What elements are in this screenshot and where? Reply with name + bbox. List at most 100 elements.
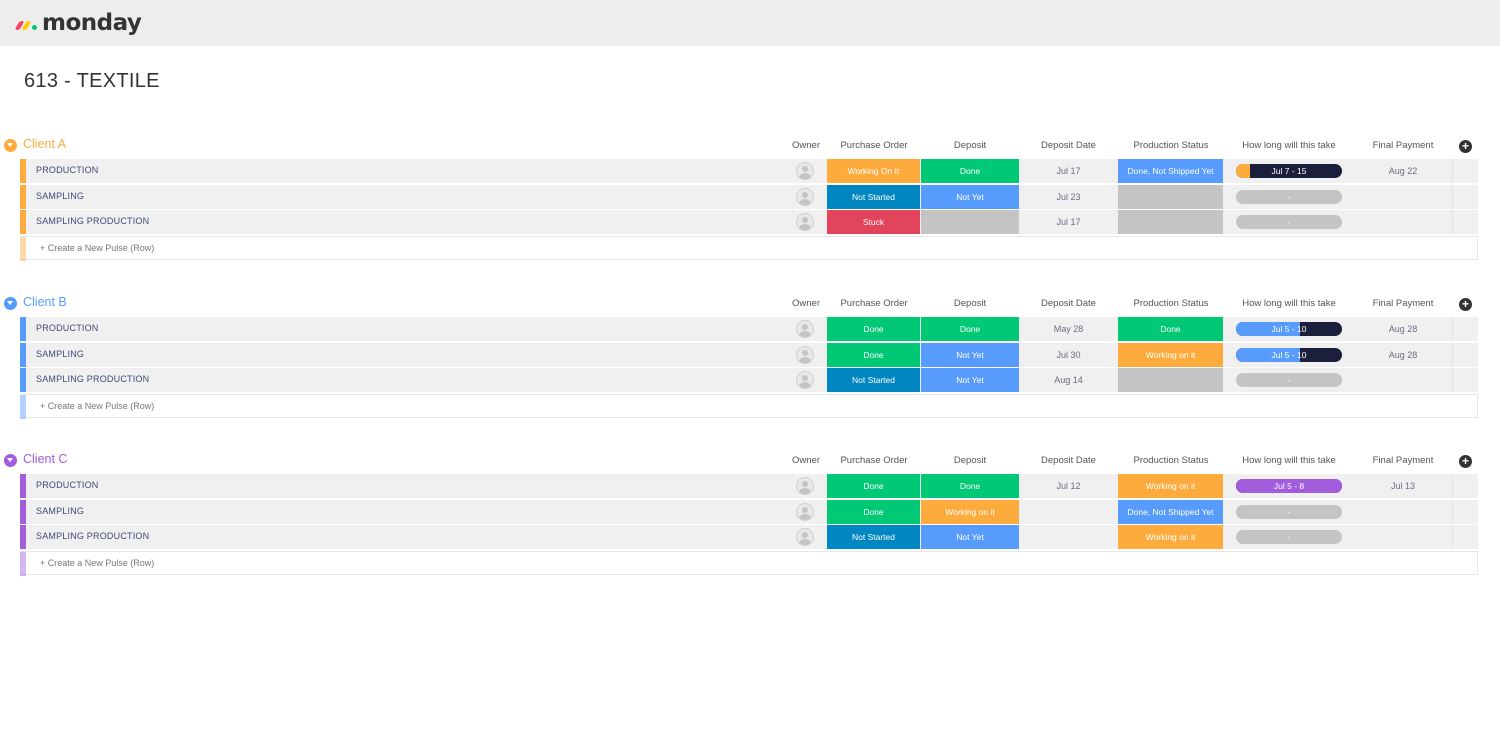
owner-avatar-icon[interactable] [796,162,814,180]
production-status[interactable]: Done, Not Shipped Yet [1118,499,1223,524]
deposit-status[interactable]: Done [921,474,1019,498]
create-new-pulse-row[interactable]: + Create a New Pulse (Row) [20,235,1478,261]
owner-avatar-icon[interactable] [796,371,814,389]
column-header-production-status[interactable]: Production Status [1118,140,1224,151]
column-header-deposit-date[interactable]: Deposit Date [1019,140,1118,151]
table-row[interactable]: PRODUCTION Done Done Jul 12 Working on it Jul… [20,474,1478,498]
timeline-bar[interactable]: - [1236,189,1342,204]
purchase-order-status[interactable]: Not Started [827,368,920,392]
column-header-final-payment[interactable]: Final Payment [1354,298,1452,309]
column-header-purchase-order[interactable]: Purchase Order [827,298,921,309]
column-header-production-status[interactable]: Production Status [1118,455,1224,466]
group-name[interactable]: Client C [23,452,67,466]
column-header-final-payment[interactable]: Final Payment [1354,140,1452,151]
column-header-production-status[interactable]: Production Status [1118,298,1224,309]
owner-cell[interactable] [785,317,827,341]
deposit-date[interactable]: May 28 [1019,324,1118,334]
column-header-owner[interactable]: Owner [785,455,827,466]
owner-cell[interactable] [785,368,827,392]
owner-avatar-icon[interactable] [796,345,814,364]
production-status[interactable] [1118,210,1223,234]
deposit-date[interactable]: Jul 12 [1019,481,1118,491]
deposit-date[interactable]: Jul 30 [1019,350,1118,360]
row-name[interactable]: SAMPLING [36,349,84,359]
timeline-bar[interactable]: - [1236,530,1342,544]
create-new-pulse-label[interactable]: + Create a New Pulse (Row) [40,243,154,253]
column-header-purchase-order[interactable]: Purchase Order [827,140,921,151]
column-header-purchase-order[interactable]: Purchase Order [827,455,921,466]
create-new-pulse-row[interactable]: + Create a New Pulse (Row) [20,393,1478,419]
column-header-how-long[interactable]: How long will this take [1224,140,1354,151]
production-status[interactable]: Done [1118,317,1223,341]
deposit-date[interactable]: Aug 14 [1019,375,1118,385]
column-header-how-long[interactable]: How long will this take [1224,298,1354,309]
timeline-bar[interactable]: - [1236,373,1342,387]
table-row[interactable]: SAMPLING PRODUCTION Not Started Not Yet Aug… [20,368,1478,392]
deposit-date[interactable]: Jul 23 [1019,192,1118,202]
production-status[interactable]: Working on it [1118,525,1223,549]
purchase-order-status[interactable]: Done [827,342,920,367]
column-header-deposit[interactable]: Deposit [921,298,1019,309]
row-name[interactable]: SAMPLING [36,191,84,201]
deposit-status[interactable]: Working on it [921,499,1019,524]
table-row[interactable]: SAMPLING Not Started Not Yet Jul 23 - [20,184,1478,209]
owner-cell[interactable] [785,159,827,183]
deposit-status[interactable]: Not Yet [921,525,1019,549]
production-status[interactable]: Working on it [1118,474,1223,498]
deposit-status[interactable]: Not Yet [921,184,1019,209]
owner-avatar-icon[interactable] [796,477,814,495]
column-header-owner[interactable]: Owner [785,140,827,151]
table-row[interactable]: SAMPLING PRODUCTION Stuck Jul 17 - [20,210,1478,234]
table-row[interactable]: PRODUCTION Done Done May 28 Done Jul 5 - 10 Au… [20,317,1478,341]
purchase-order-status[interactable]: Stuck [827,210,920,234]
owner-avatar-icon[interactable] [796,187,814,206]
collapse-group-icon[interactable] [4,297,17,310]
column-header-owner[interactable]: Owner [785,298,827,309]
owner-avatar-icon[interactable] [796,213,814,231]
timeline-bar[interactable]: - [1236,504,1342,519]
deposit-status[interactable]: Done [921,317,1019,341]
add-column-icon[interactable]: + [1459,455,1472,468]
monday-logo[interactable]: monday [14,8,142,38]
timeline-bar[interactable]: Jul 5 - 8 [1236,479,1342,493]
timeline-bar[interactable]: - [1236,215,1342,229]
owner-cell[interactable] [785,210,827,234]
row-name[interactable]: PRODUCTION [36,165,99,175]
timeline-bar[interactable]: Jul 5 - 10 [1236,347,1342,362]
production-status[interactable] [1118,368,1223,392]
row-name[interactable]: SAMPLING PRODUCTION [36,374,149,384]
timeline-bar[interactable]: Jul 5 - 10 [1236,322,1342,336]
deposit-status[interactable]: Done [921,159,1019,183]
column-header-deposit[interactable]: Deposit [921,140,1019,151]
add-column-icon[interactable]: + [1459,298,1472,311]
table-row[interactable]: SAMPLING Done Not Yet Jul 30 Working on it Ju… [20,342,1478,367]
production-status[interactable]: Working on it [1118,342,1223,367]
purchase-order-status[interactable]: Not Started [827,525,920,549]
owner-avatar-icon[interactable] [796,320,814,338]
owner-cell[interactable] [785,474,827,498]
owner-avatar-icon[interactable] [796,528,814,546]
owner-cell[interactable] [785,525,827,549]
group-name[interactable]: Client B [23,295,67,309]
table-row[interactable]: PRODUCTION Working On It Done Jul 17 Done, N… [20,159,1478,183]
create-new-pulse-row[interactable]: + Create a New Pulse (Row) [20,550,1478,576]
column-header-deposit-date[interactable]: Deposit Date [1019,455,1118,466]
purchase-order-status[interactable]: Done [827,474,920,498]
purchase-order-status[interactable]: Not Started [827,184,920,209]
collapse-group-icon[interactable] [4,454,17,467]
group-name[interactable]: Client A [23,137,66,151]
collapse-group-icon[interactable] [4,139,17,152]
board-title[interactable]: 613 - TEXTILE [24,70,160,93]
final-payment-date[interactable]: Aug 28 [1354,350,1452,360]
owner-cell[interactable] [785,185,827,209]
production-status[interactable]: Done, Not Shipped Yet [1118,159,1223,183]
column-header-deposit-date[interactable]: Deposit Date [1019,298,1118,309]
row-name[interactable]: SAMPLING PRODUCTION [36,216,149,226]
row-name[interactable]: SAMPLING PRODUCTION [36,531,149,541]
column-header-deposit[interactable]: Deposit [921,455,1019,466]
deposit-status[interactable]: Not Yet [921,342,1019,367]
add-column-icon[interactable]: + [1459,140,1472,153]
owner-avatar-icon[interactable] [796,502,814,521]
purchase-order-status[interactable]: Done [827,499,920,524]
deposit-status[interactable]: Not Yet [921,368,1019,392]
